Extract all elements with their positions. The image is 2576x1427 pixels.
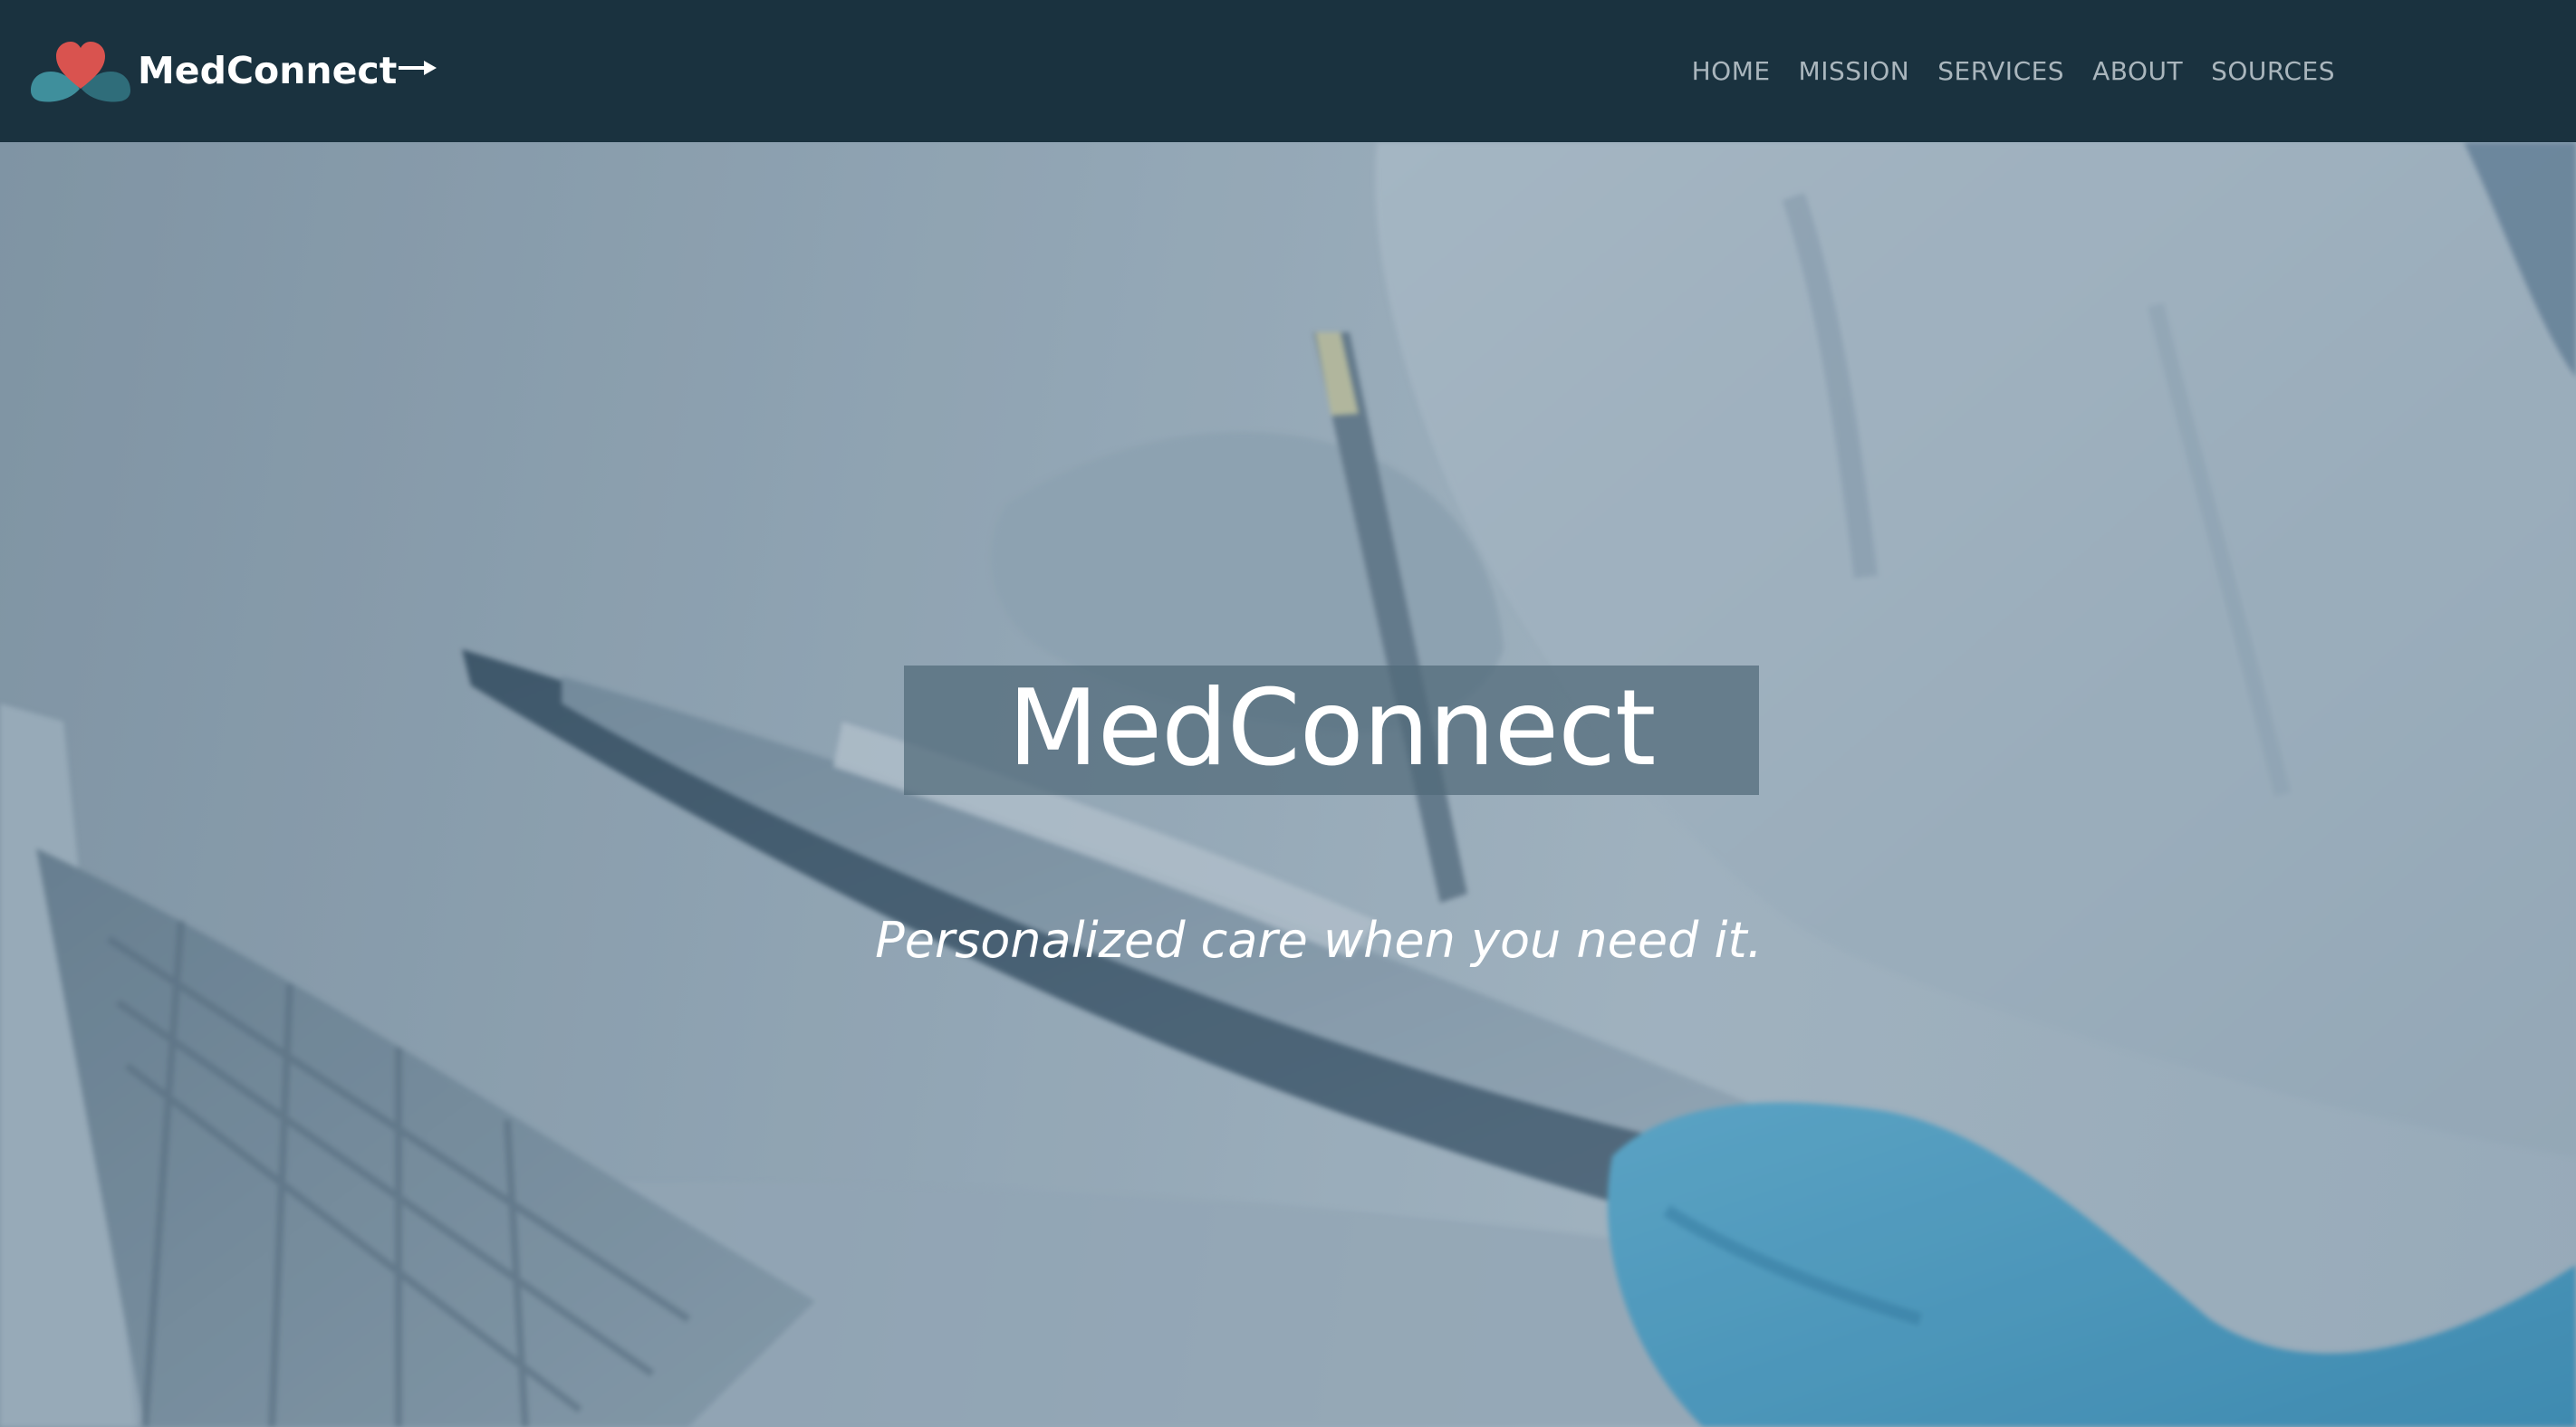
- navbar: MedConnect HOME MISSION SERVICES ABOUT S…: [0, 0, 2576, 142]
- hero-tagline: Personalized care when you need it.: [875, 912, 1763, 969]
- nav-link-mission[interactable]: MISSION: [1799, 58, 1910, 84]
- nav-link-about[interactable]: ABOUT: [2092, 58, 2183, 84]
- hero-title-box: MedConnect: [904, 666, 1759, 795]
- brand-link[interactable]: MedConnect: [27, 34, 437, 107]
- page: MedConnect HOME MISSION SERVICES ABOUT S…: [0, 0, 2576, 1427]
- heart-hands-icon: [31, 42, 130, 102]
- brand-name: MedConnect: [138, 48, 398, 92]
- arrow-right-icon: [399, 61, 437, 75]
- hero-section: MedConnect Personalized care when you ne…: [0, 142, 2576, 1427]
- main-nav: HOME MISSION SERVICES ABOUT SOURCES: [1692, 0, 2335, 142]
- hero-title: MedConnect: [1007, 666, 1657, 790]
- nav-link-sources[interactable]: SOURCES: [2211, 58, 2335, 84]
- nav-link-home[interactable]: HOME: [1692, 58, 1771, 84]
- nav-link-services[interactable]: SERVICES: [1937, 58, 2064, 84]
